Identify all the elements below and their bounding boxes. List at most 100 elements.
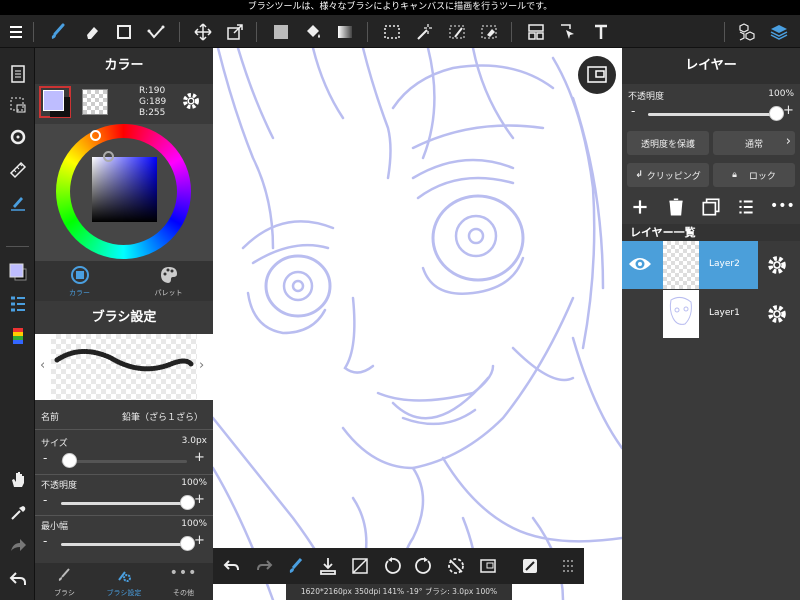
frame-divide-icon[interactable]: [522, 15, 550, 48]
eyedropper-icon[interactable]: [4, 499, 31, 526]
delete-layer-icon[interactable]: [665, 196, 687, 218]
tab-color[interactable]: カラー: [35, 261, 124, 301]
layer-panel: レイヤー 不透明度 100% - + 透明度を保護 通常 › ↲ クリッピング 🔒︎…: [622, 48, 800, 600]
layer-row[interactable]: Layer1: [622, 290, 758, 338]
import-icon[interactable]: [314, 548, 342, 584]
tab-more[interactable]: ••• その他: [154, 563, 213, 600]
minwidth-slider[interactable]: [61, 543, 187, 546]
prev-brush-chevron-icon[interactable]: ‹: [40, 358, 45, 373]
current-color-icon[interactable]: [4, 258, 31, 285]
tab-palette[interactable]: パレット: [124, 261, 213, 301]
undo-icon[interactable]: [4, 565, 31, 592]
layer-opacity-slider[interactable]: [648, 113, 776, 116]
opacity-minus-button[interactable]: -: [43, 493, 47, 507]
lock-label: ロック: [748, 171, 776, 182]
brush-snap-icon[interactable]: [282, 548, 310, 584]
size-minus-button[interactable]: -: [43, 451, 47, 465]
undo-icon[interactable]: [218, 548, 246, 584]
transform-tool-icon[interactable]: [221, 15, 249, 48]
sub-color-swatch[interactable]: [82, 89, 108, 115]
grid-dots-icon[interactable]: [554, 548, 582, 584]
color-picker-area: [35, 124, 213, 261]
share-icon[interactable]: [4, 532, 31, 559]
select-pen-icon[interactable]: [443, 15, 471, 48]
layer-opacity-minus[interactable]: -: [631, 104, 635, 118]
tab-palette-label: パレット: [154, 289, 183, 297]
operation-tool-icon[interactable]: [554, 15, 582, 48]
brush-opacity-knob[interactable]: [180, 495, 195, 510]
selection-show-icon[interactable]: [4, 91, 31, 118]
opacity-plus-button[interactable]: +: [194, 492, 205, 507]
gear-icon[interactable]: [181, 91, 201, 115]
layer-row[interactable]: Layer2: [622, 241, 758, 289]
brush-opacity-slider[interactable]: [61, 502, 187, 505]
rotate-snap-icon[interactable]: [4, 123, 31, 150]
add-layer-icon[interactable]: [629, 196, 651, 218]
main-color-swatch[interactable]: [39, 86, 71, 118]
pages-icon[interactable]: [4, 60, 31, 87]
redo-icon[interactable]: [250, 548, 278, 584]
gradient-tool-icon[interactable]: [331, 15, 359, 48]
eraser-tool-icon[interactable]: [78, 15, 106, 48]
bucket-tool-icon[interactable]: [299, 15, 327, 48]
layer-more-icon[interactable]: •••: [770, 196, 795, 218]
next-brush-chevron-icon[interactable]: ›: [199, 358, 204, 373]
pen-stabilizer-icon[interactable]: [4, 188, 31, 215]
tab-brush[interactable]: ブラシ: [35, 563, 94, 600]
reset-view-icon[interactable]: [442, 548, 470, 584]
magic-wand-icon[interactable]: [410, 15, 438, 48]
layer-opacity-knob[interactable]: [769, 106, 784, 121]
rotate-left-icon[interactable]: [378, 548, 406, 584]
sv-handle[interactable]: [103, 151, 114, 162]
brush-stroke-preview: [51, 334, 197, 400]
flip-canvas-icon[interactable]: [516, 548, 544, 584]
layer-opacity-value: 100%: [768, 89, 794, 99]
layer-settings-gear-icon[interactable]: [766, 254, 788, 280]
materials-icon[interactable]: [733, 15, 761, 48]
layers-icon[interactable]: [765, 15, 793, 48]
text-icon[interactable]: [587, 15, 615, 48]
clear-layer-icon[interactable]: [346, 548, 374, 584]
blend-mode-button[interactable]: 通常 ›: [713, 131, 795, 155]
brush-name-value: 鉛筆（ざら１ざら）: [121, 413, 203, 423]
minwidth-plus-button[interactable]: +: [194, 533, 205, 548]
fit-screen-icon[interactable]: [474, 548, 502, 584]
minwidth-minus-button[interactable]: -: [43, 534, 47, 548]
color-tabs: カラー パレット: [35, 261, 213, 301]
layer-opacity-plus[interactable]: +: [783, 103, 794, 118]
move-tool-icon[interactable]: [189, 15, 217, 48]
menu-icon[interactable]: [2, 15, 30, 48]
lock-button[interactable]: 🔒︎ ロック: [713, 163, 795, 187]
layer-properties-icon[interactable]: [735, 196, 757, 218]
layer-list-icon[interactable]: [4, 290, 31, 317]
layer-settings-gear-icon[interactable]: [766, 303, 788, 329]
drawing-canvas[interactable]: [213, 48, 622, 600]
minwidth-knob[interactable]: [180, 536, 195, 551]
layer-thumbnail: [663, 241, 699, 289]
size-slider[interactable]: [61, 460, 187, 463]
hand-icon[interactable]: [4, 466, 31, 493]
brush-name-row[interactable]: 名前 鉛筆（ざら１ざら）: [35, 404, 213, 430]
color-palette-strip-icon[interactable]: [4, 322, 31, 349]
tab-brush-settings[interactable]: ブラシ設定: [94, 563, 154, 600]
saturation-square[interactable]: [92, 157, 157, 222]
brush-panel-title: ブラシ設定: [35, 301, 213, 334]
eye-icon[interactable]: [627, 254, 653, 278]
size-slider-knob[interactable]: [61, 453, 77, 468]
layer-opacity-row: 不透明度 100% - +: [622, 84, 800, 132]
brush-tool-icon[interactable]: [44, 15, 72, 48]
select-eraser-icon[interactable]: [475, 15, 503, 48]
lock-icon: 🔒︎: [732, 170, 737, 180]
rotate-right-icon[interactable]: [410, 548, 438, 584]
clipping-button[interactable]: ↲ クリッピング: [627, 163, 709, 187]
duplicate-layer-icon[interactable]: [700, 196, 722, 218]
fill-color-icon[interactable]: [267, 15, 295, 48]
hue-handle[interactable]: [90, 130, 101, 141]
ruler-icon[interactable]: [4, 156, 31, 183]
size-plus-button[interactable]: +: [194, 450, 205, 465]
canvas-view-toggle-icon[interactable]: [578, 56, 616, 94]
correction-tool-icon[interactable]: [142, 15, 170, 48]
select-rect-icon[interactable]: [378, 15, 406, 48]
shape-tool-icon[interactable]: [110, 15, 138, 48]
protect-alpha-button[interactable]: 透明度を保護: [627, 131, 709, 155]
